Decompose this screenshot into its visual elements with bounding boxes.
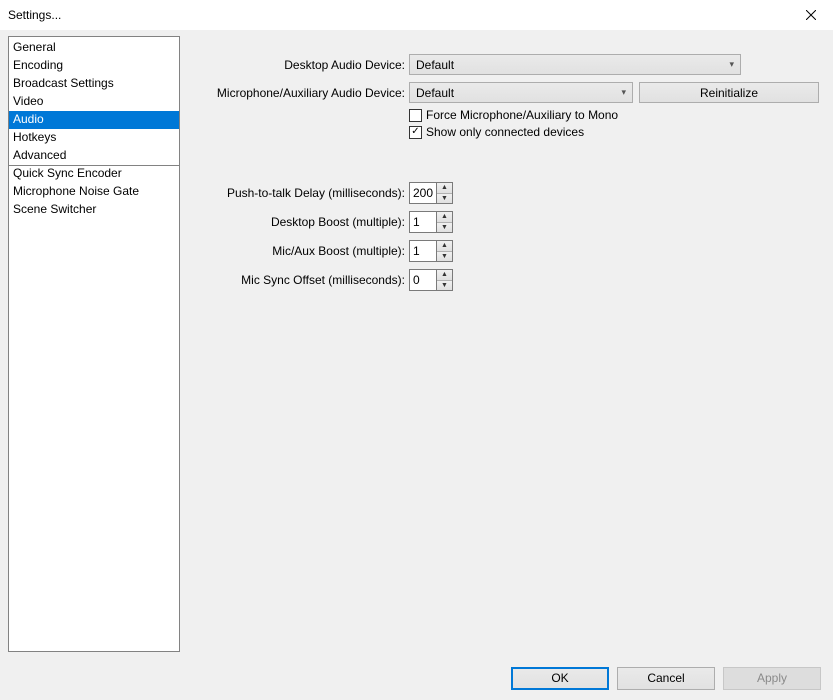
spinner-up-icon[interactable]: ▲ [437,183,452,194]
spinner-up-icon[interactable]: ▲ [437,241,452,252]
chevron-down-icon: ▾ [729,59,734,70]
desktop-audio-select[interactable]: Default ▾ [409,54,741,75]
mic-audio-value: Default [416,86,454,100]
sidebar-item-quick-sync-encoder[interactable]: Quick Sync Encoder [9,165,179,183]
sidebar-item-video[interactable]: Video [9,93,179,111]
mic-boost-label: Mic/Aux Boost (multiple): [185,244,409,258]
ok-label: OK [551,671,568,685]
sidebar-item-general[interactable]: General [9,39,179,57]
desktop-audio-value: Default [416,58,454,72]
ptt-delay-input[interactable] [409,182,437,204]
sidebar-item-microphone-noise-gate[interactable]: Microphone Noise Gate [9,183,179,201]
spinner-arrows[interactable]: ▲▼ [437,240,453,262]
sidebar-item-encoding[interactable]: Encoding [9,57,179,75]
reinitialize-button[interactable]: Reinitialize [639,82,819,103]
ok-button[interactable]: OK [511,667,609,690]
desktop-audio-label: Desktop Audio Device: [185,58,409,72]
audio-settings-panel: Desktop Audio Device: Default ▾ Micropho… [185,36,825,650]
cancel-label: Cancel [647,671,684,685]
close-button[interactable] [788,0,833,30]
force-mono-label: Force Microphone/Auxiliary to Mono [426,108,618,122]
force-mono-checkbox[interactable] [409,109,422,122]
desktop-boost-input[interactable] [409,211,437,233]
chevron-down-icon: ▾ [621,87,626,98]
sidebar-item-audio[interactable]: Audio [9,111,179,129]
desktop-boost-spinner[interactable]: ▲▼ [409,211,453,233]
ptt-delay-spinner[interactable]: ▲▼ [409,182,453,204]
reinitialize-label: Reinitialize [700,86,758,100]
titlebar: Settings... [0,0,833,30]
dialog-button-bar: OK Cancel Apply [0,656,833,700]
ptt-delay-label: Push-to-talk Delay (milliseconds): [185,186,409,200]
desktop-boost-label: Desktop Boost (multiple): [185,215,409,229]
spinner-down-icon[interactable]: ▼ [437,281,452,291]
spinner-up-icon[interactable]: ▲ [437,270,452,281]
cancel-button[interactable]: Cancel [617,667,715,690]
show-connected-checkbox[interactable]: ✓ [409,126,422,139]
apply-label: Apply [757,671,787,685]
spinner-down-icon[interactable]: ▼ [437,194,452,204]
spinner-arrows[interactable]: ▲▼ [437,269,453,291]
sidebar-item-broadcast-settings[interactable]: Broadcast Settings [9,75,179,93]
sidebar-item-scene-switcher[interactable]: Scene Switcher [9,201,179,219]
spinner-up-icon[interactable]: ▲ [437,212,452,223]
spinner-arrows[interactable]: ▲▼ [437,211,453,233]
spinner-arrows[interactable]: ▲▼ [437,182,453,204]
show-connected-label: Show only connected devices [426,125,584,139]
apply-button[interactable]: Apply [723,667,821,690]
mic-sync-spinner[interactable]: ▲▼ [409,269,453,291]
mic-boost-input[interactable] [409,240,437,262]
sidebar-item-hotkeys[interactable]: Hotkeys [9,129,179,147]
mic-audio-select[interactable]: Default ▾ [409,82,633,103]
sidebar-item-advanced[interactable]: Advanced [9,147,179,165]
spinner-down-icon[interactable]: ▼ [437,252,452,262]
mic-sync-input[interactable] [409,269,437,291]
mic-boost-spinner[interactable]: ▲▼ [409,240,453,262]
mic-audio-label: Microphone/Auxiliary Audio Device: [185,86,409,100]
settings-sidebar: GeneralEncodingBroadcast SettingsVideoAu… [8,36,180,652]
window-title: Settings... [8,8,61,22]
spinner-down-icon[interactable]: ▼ [437,223,452,233]
mic-sync-label: Mic Sync Offset (milliseconds): [185,273,409,287]
